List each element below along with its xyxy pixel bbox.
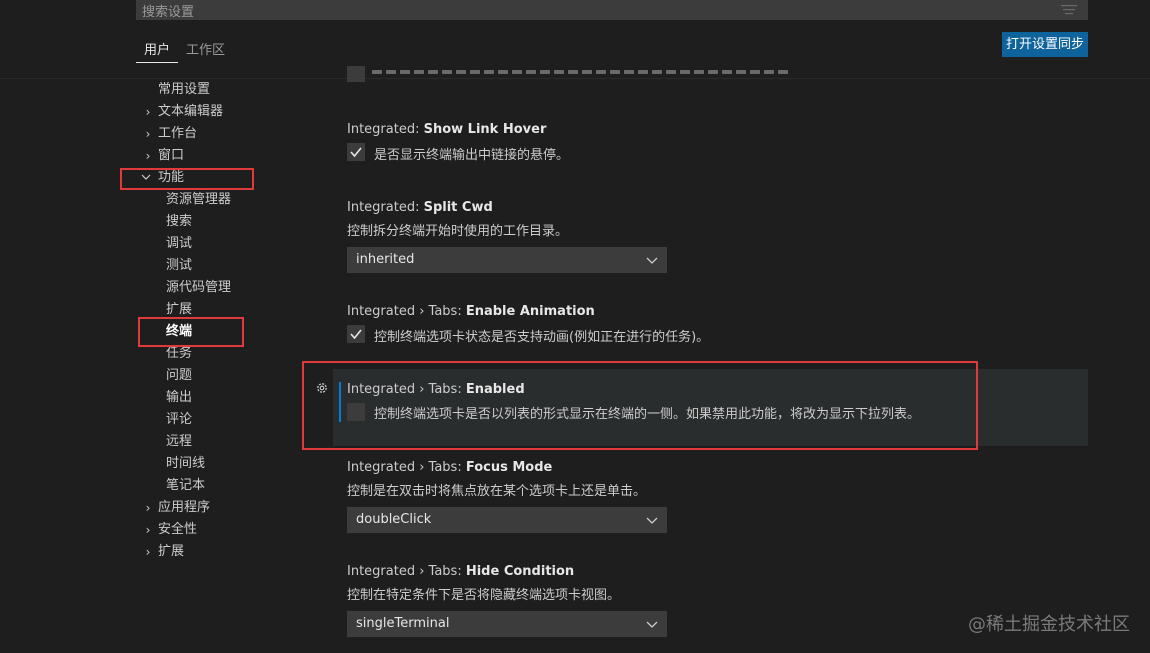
watermark: @稀土掘金技术社区	[968, 614, 1130, 635]
setting-title: Integrated › Tabs: Enable Animation	[347, 304, 595, 319]
chevron-right-icon[interactable]: ›	[143, 500, 153, 516]
setting-tabs-enable-animation: Integrated › Tabs: Enable Animation	[347, 304, 595, 319]
focus-mode-select[interactable]: doubleClick	[347, 507, 667, 533]
setting-split-cwd: Integrated: Split Cwd 控制拆分终端开始时使用的工作目录。	[347, 200, 568, 239]
toc-item-tasks[interactable]: 任务	[166, 346, 192, 362]
toc-item-notebook[interactable]: 笔记本	[166, 478, 205, 494]
tab-workspace[interactable]: 工作区	[186, 39, 225, 58]
chevron-right-icon[interactable]: ›	[143, 522, 153, 538]
search-placeholder: 搜索设置	[142, 5, 195, 20]
toc-item-extensions[interactable]: 扩展	[166, 302, 192, 318]
setting-show-link-hover: Integrated: Show Link Hover	[347, 122, 546, 137]
check-icon	[350, 147, 362, 158]
chevron-right-icon[interactable]: ›	[143, 148, 153, 164]
toc-item-testing[interactable]: 测试	[166, 258, 192, 274]
chevron-right-icon[interactable]: ›	[143, 126, 153, 142]
setting-checkbox[interactable]	[347, 325, 365, 343]
toc-item-search[interactable]: 搜索	[166, 214, 192, 230]
toc-item-output[interactable]: 输出	[166, 390, 192, 406]
toc-item-security[interactable]: 安全性	[158, 522, 197, 538]
setting-description: 控制在特定条件下是否将隐藏终端选项卡视图。	[347, 588, 621, 603]
toc-item-scm[interactable]: 源代码管理	[166, 280, 231, 296]
split-cwd-select[interactable]: inherited	[347, 247, 667, 273]
setting-tabs-focus-mode: Integrated › Tabs: Focus Mode 控制是在双击时将焦点…	[347, 460, 646, 499]
setting-description: 控制拆分终端开始时使用的工作目录。	[347, 224, 569, 239]
hide-condition-select[interactable]: singleTerminal	[347, 611, 667, 637]
partial-checkbox[interactable]	[347, 66, 365, 82]
toc-item-window[interactable]: 窗口	[158, 148, 184, 164]
setting-title: Integrated: Show Link Hover	[347, 122, 547, 137]
toc-item-timeline[interactable]: 时间线	[166, 456, 205, 472]
select-value: doubleClick	[356, 512, 432, 527]
toc-item-remote[interactable]: 远程	[166, 434, 192, 450]
settings-sync-button[interactable]: 打开设置同步	[1002, 32, 1088, 57]
highlight-box-terminal	[138, 317, 244, 347]
setting-title: Integrated: Split Cwd	[347, 200, 493, 215]
chevron-right-icon[interactable]: ›	[143, 544, 153, 560]
toc-item-common[interactable]: 常用设置	[158, 82, 210, 98]
partial-setting-text	[372, 66, 792, 78]
setting-description: 控制是在双击时将焦点放在某个选项卡上还是单击。	[347, 484, 647, 499]
setting-title: Integrated › Tabs: Focus Mode	[347, 460, 553, 475]
check-icon	[350, 329, 362, 340]
active-tab-indicator	[136, 62, 178, 63]
chevron-right-icon[interactable]: ›	[143, 104, 153, 120]
chevron-down-icon	[646, 257, 658, 264]
toc-item-explorer[interactable]: 资源管理器	[166, 192, 231, 208]
setting-title: Integrated › Tabs: Hide Condition	[347, 564, 575, 579]
toc-item-debug[interactable]: 调试	[166, 236, 192, 252]
toc-item-text-editor[interactable]: 文本编辑器	[158, 104, 223, 120]
toc-item-comments[interactable]: 评论	[166, 412, 192, 428]
setting-description: 是否显示终端输出中链接的悬停。	[374, 148, 570, 163]
select-value: inherited	[356, 252, 415, 267]
header-divider	[0, 78, 1150, 79]
chevron-down-icon	[646, 621, 658, 628]
highlight-box-tabs-enabled	[302, 361, 978, 450]
select-value: singleTerminal	[356, 616, 450, 631]
chevron-down-icon	[646, 517, 658, 524]
toc-item-workbench[interactable]: 工作台	[158, 126, 197, 142]
toc-item-problems[interactable]: 问题	[166, 368, 192, 384]
toc-item-application[interactable]: 应用程序	[158, 500, 210, 516]
tab-user[interactable]: 用户	[144, 39, 170, 58]
toc-item-extensions-top[interactable]: 扩展	[158, 544, 184, 560]
highlight-box-features	[120, 168, 254, 190]
setting-tabs-hide-condition: Integrated › Tabs: Hide Condition 控制在特定条…	[347, 564, 620, 603]
setting-description: 控制终端选项卡状态是否支持动画(例如正在进行的任务)。	[374, 330, 710, 345]
filter-icon[interactable]	[1060, 4, 1078, 16]
setting-checkbox[interactable]	[347, 143, 365, 161]
search-input[interactable]: 搜索设置	[136, 0, 1088, 20]
